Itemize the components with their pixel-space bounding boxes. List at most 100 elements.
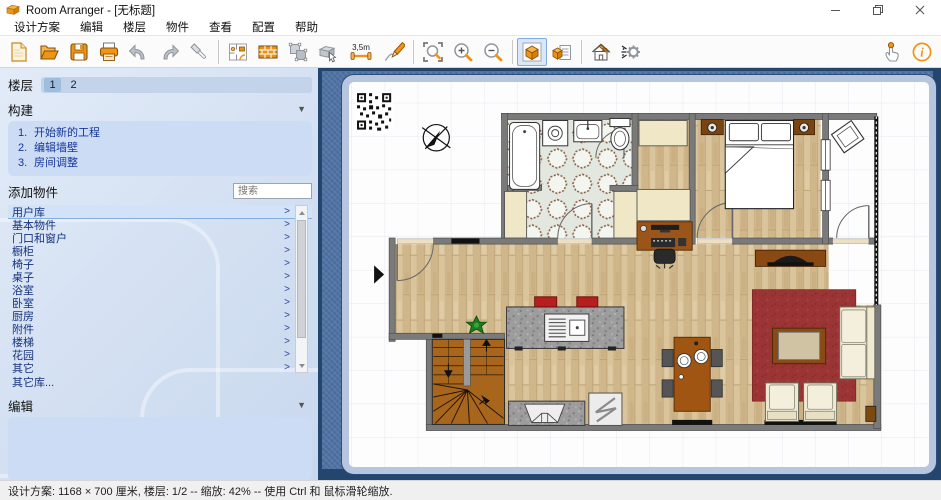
measure-button[interactable]: 3,5m — [343, 38, 379, 66]
kitchen-counter[interactable] — [509, 401, 585, 425]
bathtub[interactable] — [510, 123, 540, 190]
chevron-right-icon: > — [284, 206, 290, 217]
explode-settings-button[interactable] — [616, 38, 646, 66]
close-button[interactable] — [899, 0, 941, 19]
move-object-button[interactable] — [313, 38, 343, 66]
scrollbar-thumb[interactable] — [297, 220, 306, 338]
redo-button[interactable] — [154, 38, 184, 66]
menu-item[interactable]: 配置 — [242, 18, 285, 36]
status-bar: 设计方案: 1168 × 700 厘米, 楼层: 1/2 -- 缩放: 42% … — [0, 480, 941, 500]
staircase[interactable] — [432, 339, 504, 424]
measure-label: 3,5m — [352, 43, 370, 52]
floorplan-canvas[interactable] — [349, 82, 929, 467]
move-object-icon — [317, 41, 339, 63]
object-list-button[interactable] — [547, 38, 577, 66]
format-brush-button[interactable] — [184, 38, 214, 66]
menu-item[interactable]: 楼层 — [113, 18, 156, 36]
kitchen-island[interactable] — [507, 307, 624, 351]
new-document-button[interactable] — [4, 38, 34, 66]
toolbar-separator — [512, 40, 513, 64]
save-button[interactable] — [64, 38, 94, 66]
print-button[interactable] — [94, 38, 124, 66]
tv-stand[interactable] — [755, 250, 825, 266]
zoom-in-button[interactable] — [448, 38, 478, 66]
nightstand-left[interactable] — [701, 119, 723, 134]
collapse-arrow-icon[interactable]: ▼ — [297, 400, 310, 410]
undo-button[interactable] — [124, 38, 154, 66]
toolbar-separator — [413, 40, 414, 64]
build-section-title: 构建 — [8, 100, 297, 119]
coffee-table[interactable] — [772, 328, 825, 363]
view-3d-button[interactable] — [517, 38, 547, 66]
bathroom-sink[interactable] — [574, 121, 602, 142]
floors-label: 楼层 — [8, 75, 33, 94]
chevron-right-icon: > — [284, 219, 290, 230]
toolbar-separator — [581, 40, 582, 64]
save-icon — [68, 41, 90, 63]
build-step-link[interactable]: 3.房间调整 — [18, 156, 302, 171]
draw-pen-icon — [383, 41, 405, 63]
build-step-link[interactable]: 2.编辑墙壁 — [18, 141, 302, 156]
collapse-arrow-icon[interactable]: ▼ — [297, 104, 310, 114]
info-button[interactable]: i — [907, 38, 937, 66]
undo-icon — [128, 41, 150, 63]
category-scrollbar[interactable] — [295, 205, 308, 373]
zoom-fit-icon — [422, 41, 444, 63]
hand-pointer-icon — [881, 41, 903, 63]
chevron-right-icon: > — [284, 258, 290, 269]
menu-item[interactable]: 设计方案 — [4, 18, 70, 36]
info-icon: i — [911, 41, 933, 63]
brush-icon — [188, 41, 210, 63]
draw-button[interactable] — [379, 38, 409, 66]
room-plan-button[interactable] — [223, 38, 253, 66]
floor-tab[interactable]: 1 — [44, 78, 61, 92]
new-document-icon — [8, 41, 30, 63]
sofa[interactable] — [840, 307, 875, 379]
zoom-fit-button[interactable] — [418, 38, 448, 66]
wall-button[interactable] — [253, 38, 283, 66]
menu-bar: 设计方案编辑楼层物件查看配置帮助 — [0, 19, 941, 35]
build-step-link[interactable]: 1.开始新的工程 — [18, 126, 302, 141]
category-row[interactable]: 其它 > — [8, 361, 312, 373]
double-bed[interactable] — [725, 121, 793, 209]
floor-tab[interactable]: 2 — [65, 78, 82, 92]
redo-icon — [158, 41, 180, 63]
house-3d-icon: 3D — [590, 41, 612, 63]
toolbar-separator — [218, 40, 219, 64]
scroll-up-icon[interactable] — [296, 206, 307, 219]
qr-code[interactable] — [355, 91, 393, 134]
transform-button[interactable] — [283, 38, 313, 66]
search-input[interactable] — [233, 183, 312, 199]
menu-item[interactable]: 帮助 — [285, 18, 328, 36]
menu-item[interactable]: 编辑 — [70, 18, 113, 36]
more-libraries-link[interactable]: 其它库... — [8, 375, 312, 389]
office-chair[interactable] — [654, 249, 675, 268]
restore-button[interactable] — [857, 0, 899, 19]
scroll-down-icon[interactable] — [296, 359, 307, 372]
open-button[interactable] — [34, 38, 64, 66]
zoom-in-icon — [452, 41, 474, 63]
balcony-railing[interactable] — [874, 116, 878, 304]
drawing-sheet[interactable] — [342, 75, 936, 474]
nightstand-right[interactable] — [794, 119, 815, 134]
menu-item[interactable]: 物件 — [156, 18, 199, 36]
hand-pointer-button[interactable] — [877, 38, 907, 66]
title-bar: Room Arranger - [无标题] — [0, 0, 941, 19]
toilet[interactable] — [610, 118, 630, 149]
object-list-icon — [551, 41, 573, 63]
open-folder-icon — [38, 41, 60, 63]
zoom-out-button[interactable] — [478, 38, 508, 66]
dining-table[interactable] — [674, 337, 710, 411]
house-3d-button[interactable]: 3D — [586, 38, 616, 66]
washing-machine[interactable] — [543, 121, 568, 146]
computer-desk[interactable] — [637, 222, 692, 250]
zoom-out-icon — [482, 41, 504, 63]
minimize-button[interactable] — [815, 0, 857, 19]
house-3d-badge: 3D — [602, 46, 609, 51]
chevron-right-icon: > — [284, 297, 290, 308]
menu-item[interactable]: 查看 — [199, 18, 242, 36]
dishwasher[interactable] — [589, 393, 622, 425]
build-steps-panel: 1.开始新的工程2.编辑墙壁3.房间调整 — [8, 121, 312, 176]
sidebar: 楼层 12 构建 ▼ 1.开始新的工程2.编辑墙壁3.房间调整 添加物件 — [0, 68, 318, 480]
radiator[interactable] — [866, 406, 876, 421]
